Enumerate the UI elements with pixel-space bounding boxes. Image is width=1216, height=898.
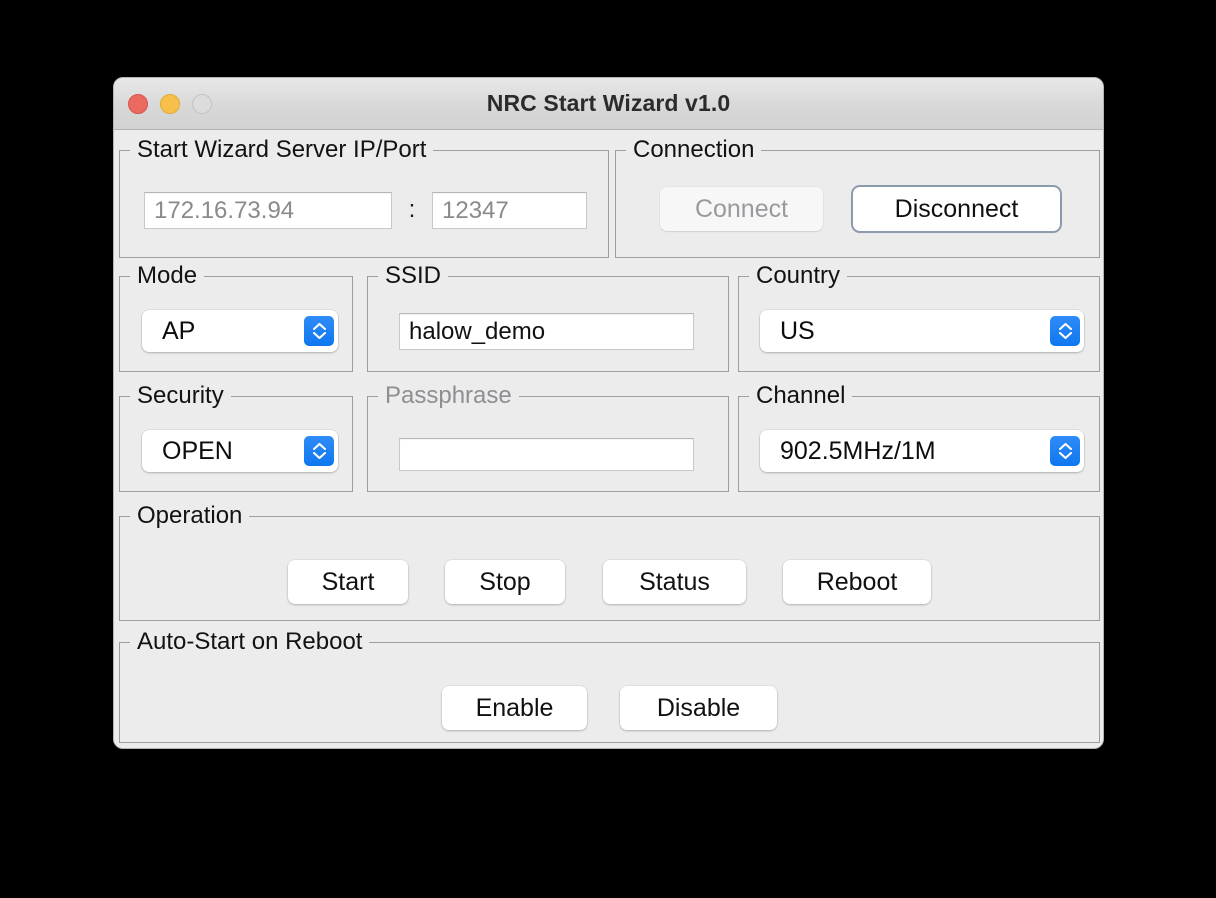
ssid-group-label: SSID xyxy=(378,262,449,290)
channel-group: Channel 902.5MHz/1M xyxy=(738,382,1100,492)
autostart-group-label: Auto-Start on Reboot xyxy=(130,628,370,656)
disable-button[interactable]: Disable xyxy=(620,686,777,730)
window-title: NRC Start Wizard v1.0 xyxy=(486,90,731,116)
chevron-up-down-icon[interactable] xyxy=(304,316,334,346)
security-select[interactable]: OPEN xyxy=(142,430,338,472)
country-selected-value: US xyxy=(780,316,815,345)
stop-button[interactable]: Stop xyxy=(445,560,565,604)
chevron-up-down-icon[interactable] xyxy=(1050,436,1080,466)
server-port-value: 12347 xyxy=(442,196,509,224)
country-group-label: Country xyxy=(749,262,848,290)
mode-group-label: Mode xyxy=(130,262,205,290)
country-select[interactable]: US xyxy=(760,310,1084,352)
enable-button[interactable]: Enable xyxy=(442,686,587,730)
mode-selected-value: AP xyxy=(162,316,196,345)
connection-group: Connection Connect Disconnect xyxy=(615,136,1100,258)
autostart-group: Auto-Start on Reboot Enable Disable xyxy=(119,628,1100,743)
ssid-value: halow_demo xyxy=(409,317,546,345)
reboot-button[interactable]: Reboot xyxy=(783,560,931,604)
passphrase-group-label: Passphrase xyxy=(378,382,519,410)
passphrase-group: Passphrase xyxy=(367,382,729,492)
mode-group: Mode AP xyxy=(119,262,353,372)
channel-group-label: Channel xyxy=(749,382,853,410)
security-group-label: Security xyxy=(130,382,231,410)
window-titlebar: NRC Start Wizard v1.0 xyxy=(114,78,1103,130)
status-button[interactable]: Status xyxy=(603,560,746,604)
chevron-up-down-icon[interactable] xyxy=(304,436,334,466)
window-content: Start Wizard Server IP/Port 172.16.73.94… xyxy=(114,130,1103,748)
server-ip-input[interactable]: 172.16.73.94 xyxy=(144,192,392,229)
passphrase-input[interactable] xyxy=(399,438,694,471)
ip-port-separator: : xyxy=(408,196,416,223)
chevron-up-down-icon[interactable] xyxy=(1050,316,1080,346)
server-group: Start Wizard Server IP/Port 172.16.73.94… xyxy=(119,136,609,258)
server-port-input[interactable]: 12347 xyxy=(432,192,587,229)
start-button[interactable]: Start xyxy=(288,560,408,604)
operation-group: Operation Start Stop Status Reboot xyxy=(119,502,1100,621)
server-ip-value: 172.16.73.94 xyxy=(154,196,295,224)
operation-group-label: Operation xyxy=(130,502,250,530)
security-selected-value: OPEN xyxy=(162,436,233,465)
connection-group-label: Connection xyxy=(626,136,762,164)
channel-select[interactable]: 902.5MHz/1M xyxy=(760,430,1084,472)
channel-selected-value: 902.5MHz/1M xyxy=(780,436,936,465)
connect-button[interactable]: Connect xyxy=(660,187,823,231)
ssid-input[interactable]: halow_demo xyxy=(399,313,694,350)
app-window: NRC Start Wizard v1.0 Start Wizard Serve… xyxy=(113,77,1104,749)
disconnect-button[interactable]: Disconnect xyxy=(853,187,1060,231)
security-group: Security OPEN xyxy=(119,382,353,492)
ssid-group: SSID halow_demo xyxy=(367,262,729,372)
server-group-label: Start Wizard Server IP/Port xyxy=(130,136,434,164)
country-group: Country US xyxy=(738,262,1100,372)
mode-select[interactable]: AP xyxy=(142,310,338,352)
